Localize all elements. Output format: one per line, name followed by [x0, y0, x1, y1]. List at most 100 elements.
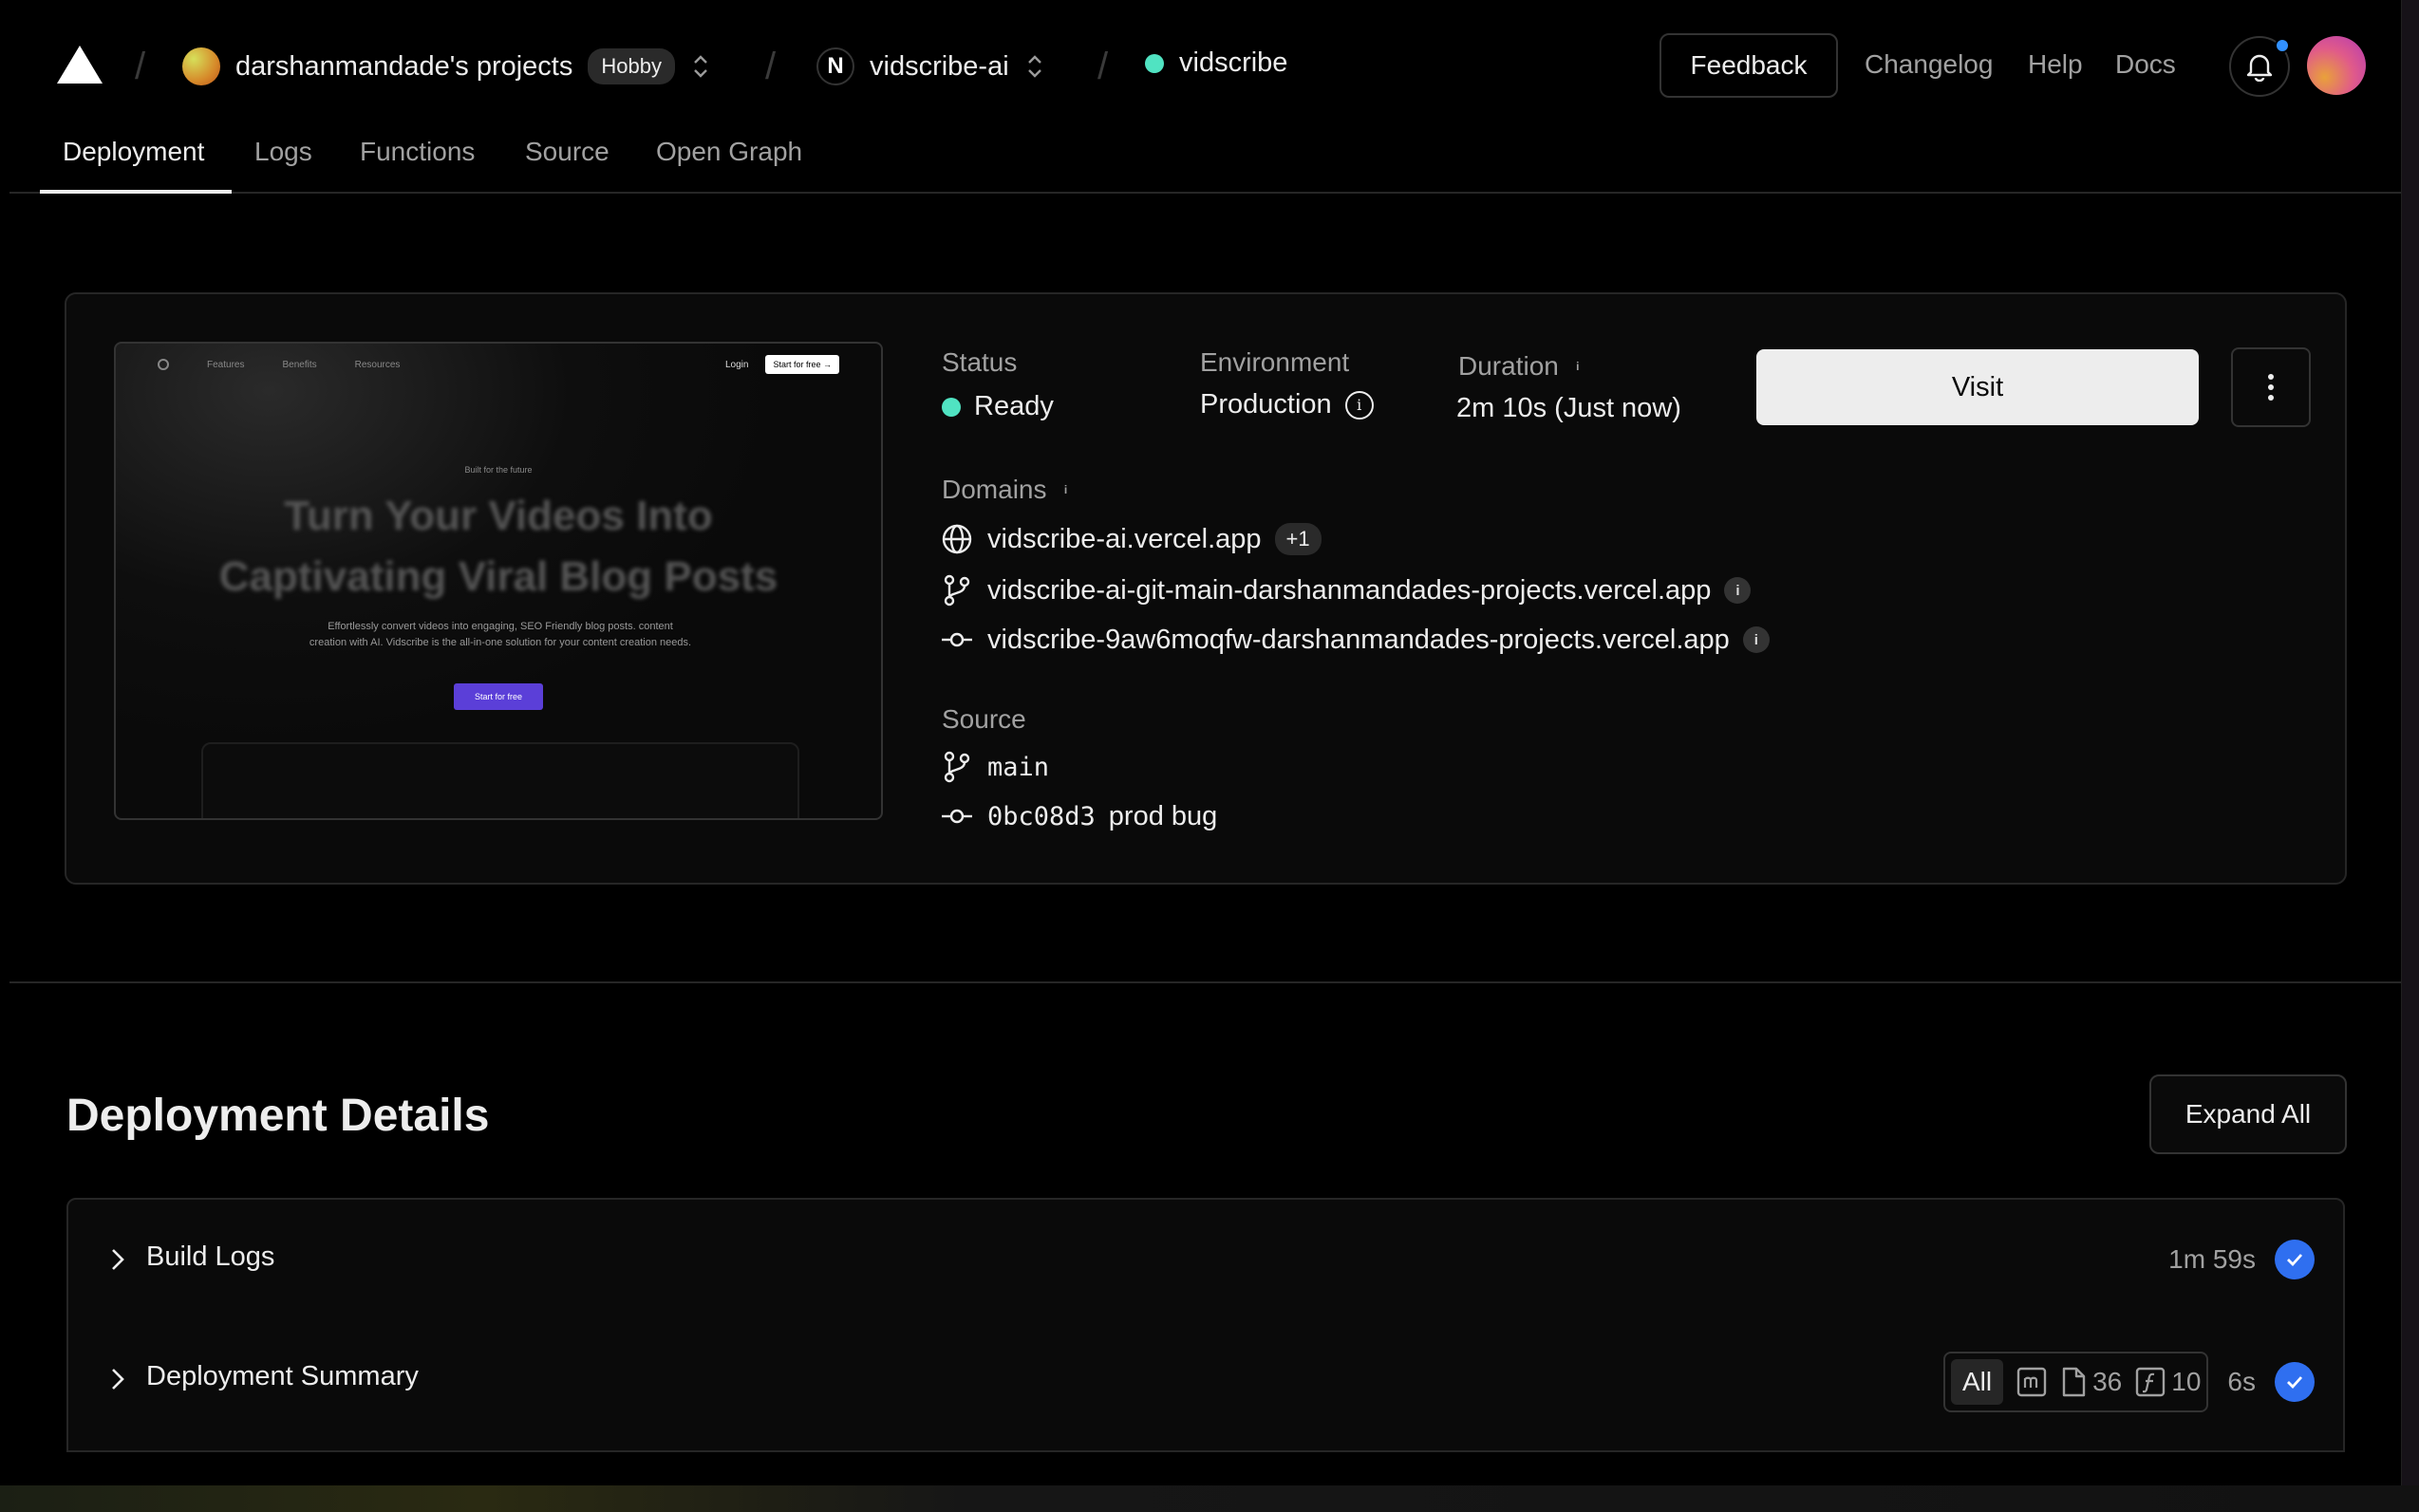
section-duration: 6s	[2227, 1367, 2256, 1396]
visit-button[interactable]: Visit	[1756, 349, 2199, 425]
more-dot	[2268, 374, 2274, 380]
tab-open-graph[interactable]: Open Graph	[656, 137, 802, 167]
middleware-icon[interactable]	[2016, 1367, 2047, 1397]
environment-text: Production	[1200, 389, 1332, 420]
domain-link[interactable]: vidscribe-9aw6moqfw-darshanmandades-proj…	[987, 625, 1730, 656]
feedback-button[interactable]: Feedback	[1660, 33, 1838, 98]
section-duration: 1m 59s	[2168, 1244, 2256, 1274]
commit-hash[interactable]: 0bc08d3	[987, 802, 1096, 831]
git-branch-icon	[944, 751, 970, 783]
team-avatar	[182, 47, 220, 85]
more-dot	[2268, 384, 2274, 390]
ready-dot	[942, 397, 961, 417]
git-branch-icon	[944, 574, 970, 607]
deployment-name: vidscribe	[1179, 47, 1288, 78]
top-navbar: / darshanmandade's projects Hobby / N vi…	[9, 0, 2401, 133]
status-label: Status	[942, 347, 1018, 377]
chevron-up-down-icon[interactable]	[1024, 51, 1045, 82]
domain-row: vidscribe-ai-git-main-darshanmandades-pr…	[940, 573, 1752, 607]
tab-logs[interactable]: Logs	[254, 137, 312, 167]
environment-label: Environment	[1200, 347, 1350, 377]
deployment-summary-section[interactable]: Deployment Summary All 36 10 6s	[66, 1319, 2345, 1452]
preview-subtext: Effortlessly convert videos into engagin…	[268, 619, 733, 651]
source-label: Source	[942, 704, 1026, 734]
project-name: vidscribe-ai	[870, 50, 1009, 82]
functions-filter[interactable]: 10	[2135, 1367, 2201, 1397]
chevron-right-icon	[112, 1369, 124, 1390]
deployment-crumb[interactable]: vidscribe	[1145, 47, 1287, 79]
check-circle-icon	[2275, 1362, 2315, 1402]
preview-logo-icon	[158, 359, 169, 370]
duration-label: Duration	[1458, 351, 1559, 381]
team-name: darshanmandade's projects	[235, 50, 573, 82]
tab-source[interactable]: Source	[525, 137, 609, 167]
expand-all-button[interactable]: Expand All	[2149, 1074, 2347, 1154]
deployment-preview-screenshot[interactable]: Features Benefits Resources Login Start …	[114, 342, 883, 820]
static-count: 36	[2092, 1367, 2123, 1396]
tab-functions[interactable]: Functions	[360, 137, 475, 167]
bell-icon	[2246, 54, 2273, 82]
team-switcher[interactable]: darshanmandade's projects Hobby	[182, 47, 711, 85]
domain-link[interactable]: vidscribe-ai-git-main-darshanmandades-pr…	[987, 575, 1711, 607]
section-divider	[9, 981, 2401, 983]
deployment-details-title: Deployment Details	[66, 1091, 490, 1141]
more-dot	[2268, 395, 2274, 401]
desktop-background-strip	[0, 1485, 2419, 1512]
domains-label: Domains	[942, 475, 1047, 504]
extra-domains-badge[interactable]: +1	[1274, 523, 1322, 555]
duration-label-row: Duration i	[1458, 351, 1585, 382]
preview-headline-line: Captivating Viral Blog Posts	[218, 553, 778, 600]
preview-headline: Turn Your Videos Into Captivating Viral …	[116, 486, 881, 607]
commit-message: prod bug	[1108, 800, 1218, 831]
preview-subtext-line: creation with AI. Vidscribe is the all-i…	[309, 637, 692, 648]
source-commit-row: 0bc08d3 prod bug	[940, 799, 1217, 833]
info-icon[interactable]: i	[1742, 626, 1770, 653]
output-filter: All 36 10	[1942, 1352, 2209, 1412]
active-tab-indicator	[40, 190, 232, 194]
branch-name[interactable]: main	[987, 753, 1049, 782]
info-icon[interactable]: i	[1344, 390, 1374, 420]
domain-row: vidscribe-9aw6moqfw-darshanmandades-proj…	[940, 623, 1770, 657]
info-icon[interactable]: i	[1058, 482, 1073, 497]
tab-deployment[interactable]: Deployment	[63, 137, 204, 167]
user-avatar[interactable]	[2307, 36, 2366, 95]
more-options-button[interactable]	[2231, 347, 2311, 427]
domain-row: vidscribe-ai.vercel.app +1	[940, 522, 1322, 556]
preview-frame	[201, 742, 799, 818]
domain-link[interactable]: vidscribe-ai.vercel.app	[987, 524, 1262, 555]
breadcrumb-separator: /	[135, 46, 146, 87]
changelog-link[interactable]: Changelog	[1865, 49, 1993, 80]
preview-pill: Built for the future	[464, 465, 533, 475]
docs-link[interactable]: Docs	[2115, 49, 2176, 80]
breadcrumb-separator: /	[1097, 46, 1109, 87]
nextjs-icon: N	[816, 47, 854, 85]
plan-badge: Hobby	[588, 48, 675, 84]
build-logs-section[interactable]: Build Logs 1m 59s	[66, 1198, 2345, 1321]
chevron-up-down-icon[interactable]	[690, 51, 711, 82]
environment-value: Production i	[1200, 389, 1374, 420]
deployment-overview-card: Features Benefits Resources Login Start …	[65, 292, 2347, 885]
static-files-filter[interactable]: 36	[2060, 1367, 2122, 1397]
preview-nav-link: Benefits	[282, 359, 317, 370]
desktop-edge	[2402, 0, 2419, 1485]
preview-login: Login	[725, 359, 749, 370]
preview-nav-link: Features	[207, 359, 245, 370]
help-link[interactable]: Help	[2028, 49, 2083, 80]
function-icon	[2136, 1367, 2166, 1397]
filter-all-button[interactable]: All	[1950, 1359, 2004, 1405]
section-title: Build Logs	[146, 1241, 275, 1272]
section-meta: All 36 10 6s	[1942, 1352, 2315, 1412]
check-circle-icon	[2275, 1240, 2315, 1279]
info-icon[interactable]: i	[1724, 577, 1752, 604]
section-meta: 1m 59s	[2168, 1240, 2315, 1279]
file-icon	[2062, 1367, 2086, 1397]
info-icon[interactable]: i	[1570, 359, 1585, 374]
deployment-tabs: Deployment Logs Functions Source Open Gr…	[9, 123, 2401, 194]
git-commit-icon	[942, 809, 972, 824]
browser-window: / darshanmandade's projects Hobby / N vi…	[9, 0, 2402, 1485]
project-switcher[interactable]: N vidscribe-ai	[816, 47, 1045, 85]
section-title: Deployment Summary	[146, 1361, 419, 1391]
chevron-right-icon	[112, 1249, 124, 1270]
git-commit-icon	[942, 632, 972, 647]
vercel-logo-icon[interactable]	[55, 44, 104, 85]
